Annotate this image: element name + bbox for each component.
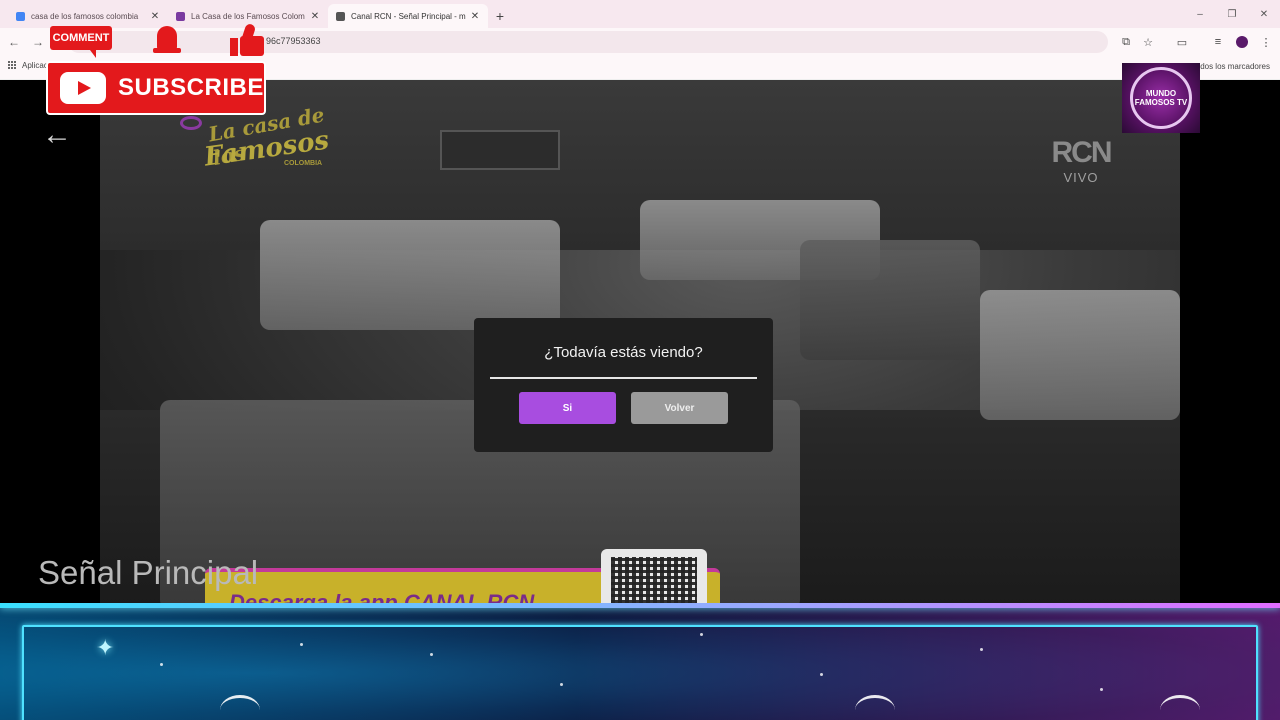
google-favicon-icon (16, 11, 25, 21)
network-logo: RCN VIVO (1046, 136, 1116, 196)
window-controls: – ❐ ✕ (1184, 0, 1280, 28)
tab-title: casa de los famosos colombia (31, 11, 139, 21)
show-logo-line3: COLOMBIA (284, 160, 323, 167)
close-tab-icon[interactable]: ✕ (470, 11, 480, 22)
site-favicon-icon (336, 11, 345, 21)
star-icon[interactable]: ☆ (1140, 34, 1156, 50)
translate-icon[interactable]: ⧉ (1118, 34, 1134, 50)
forward-icon[interactable]: → (30, 34, 46, 50)
network-mark: RCN (1051, 136, 1113, 169)
tab-canal-rcn[interactable]: Canal RCN - Señal Principal - m ✕ (328, 4, 488, 28)
site-favicon-icon (176, 11, 185, 21)
scene-bed (260, 220, 560, 330)
address-bar[interactable]: 96c77953363 (68, 31, 1108, 53)
url-text: 96c77953363 (266, 36, 321, 46)
star-dot (980, 648, 983, 651)
cast-icon[interactable]: ▭ (1174, 34, 1190, 50)
scene-window (440, 130, 560, 170)
menu-dots-icon[interactable]: ⋮ (1258, 34, 1274, 50)
wing-icon (855, 695, 895, 720)
youtube-icon (60, 72, 106, 104)
subscribe-badge: SUBSCRIBE (46, 61, 266, 115)
close-window-icon[interactable]: ✕ (1248, 0, 1280, 28)
browser-tab-bar: casa de los famosos colombia ✕ La Casa d… (0, 0, 1280, 28)
media-icon[interactable]: ≡ (1210, 34, 1226, 50)
dialog-divider (490, 377, 757, 379)
dialog-title: ¿Todavía estás viendo? (544, 344, 703, 361)
comment-badge: COMMENT (50, 26, 112, 58)
confirm-button[interactable]: Si (519, 392, 616, 424)
apps-grid-icon (8, 61, 17, 70)
channel-title: Señal Principal (38, 554, 259, 591)
channel-logo-bottom: FAMOSOS TV (1134, 98, 1188, 107)
star-dot (300, 643, 303, 646)
tab-search-results[interactable]: casa de los famosos colombia ✕ (8, 4, 168, 28)
all-bookmarks-link[interactable]: dos los marcadores (1200, 62, 1270, 71)
new-tab-button[interactable]: + (488, 4, 512, 28)
back-icon[interactable]: ← (6, 34, 22, 50)
subscribe-label: SUBSCRIBE (118, 74, 264, 101)
sparkle-icon: ✦ (96, 635, 115, 660)
thumbs-up-icon (228, 22, 266, 58)
star-dot (560, 683, 563, 686)
wing-icon (1160, 695, 1200, 720)
channel-logo-ring: MUNDO FAMOSOS TV (1130, 67, 1192, 129)
restore-icon[interactable]: ❐ (1216, 0, 1248, 28)
channel-logo: MUNDO FAMOSOS TV (1122, 63, 1200, 133)
scene-bed (980, 290, 1180, 420)
star-dot (430, 653, 433, 656)
screen: casa de los famosos colombia ✕ La Casa d… (0, 0, 1280, 720)
stream-frame-overlay: ✦ (0, 603, 1280, 720)
scene-bed (800, 240, 980, 360)
close-tab-icon[interactable]: ✕ (150, 11, 160, 22)
tab-title: Canal RCN - Señal Principal - m (351, 11, 466, 21)
comment-label: COMMENT (52, 32, 110, 44)
profile-icon[interactable] (1234, 34, 1250, 50)
show-logo: La casa de los Famosos COLOMBIA (180, 102, 331, 182)
eye-icon (180, 116, 202, 130)
star-dot (700, 633, 703, 636)
minimize-icon[interactable]: – (1184, 0, 1216, 28)
apps-label: Aplicac (22, 61, 48, 70)
star-dot (160, 663, 163, 666)
back-button[interactable]: Volver (631, 392, 728, 424)
tab-title: La Casa de los Famosos Colom (191, 11, 305, 21)
neon-top-border (0, 603, 1280, 608)
star-dot (1100, 688, 1103, 691)
close-tab-icon[interactable]: ✕ (310, 11, 320, 22)
still-watching-dialog: ¿Todavía estás viendo? Si Volver (474, 318, 773, 452)
neon-inner-border (22, 625, 1258, 720)
live-badge: VIVO (1063, 170, 1099, 185)
wing-icon (220, 695, 260, 720)
bell-icon (150, 22, 184, 58)
player-back-icon[interactable]: ← (42, 120, 78, 150)
apps-shortcut[interactable]: Aplicac (8, 61, 48, 70)
qr-code-icon (601, 549, 707, 609)
browser-toolbar: ← → 96c77953363 ⧉ ☆ ▭ ≡ ⋮ (0, 28, 1280, 56)
channel-logo-top: MUNDO (1145, 89, 1177, 98)
star-dot (820, 673, 823, 676)
